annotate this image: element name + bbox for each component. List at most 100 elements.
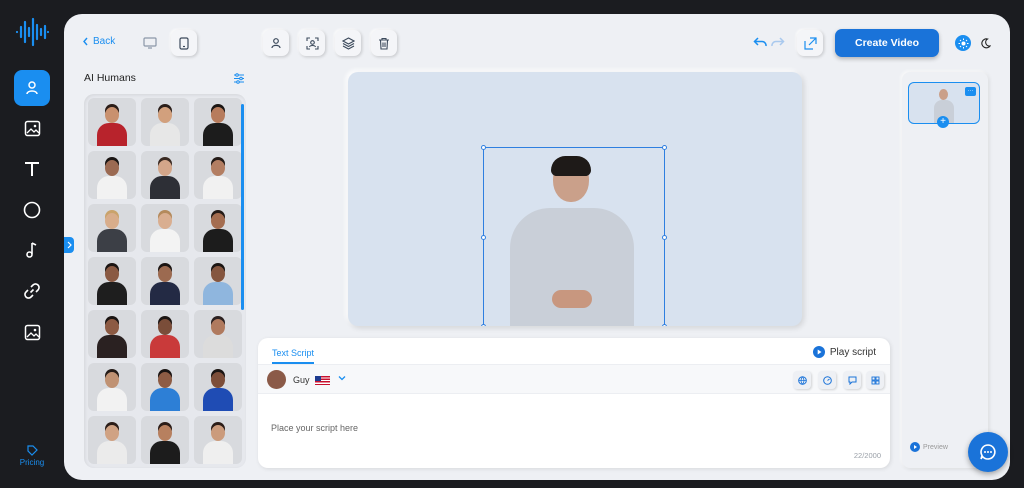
scenes-panel: ··· + Preview — [902, 72, 988, 468]
chevron-left-icon — [83, 37, 88, 46]
avatar-face — [211, 266, 225, 282]
link-icon — [24, 283, 40, 299]
pricing-button[interactable]: Pricing — [13, 438, 51, 474]
avatar-face — [105, 213, 119, 229]
avatar-tile[interactable] — [88, 204, 136, 252]
avatar-face — [158, 425, 172, 441]
sidebar-item-media[interactable] — [14, 314, 50, 350]
avatar-face — [211, 425, 225, 441]
music-note-icon — [26, 242, 37, 258]
desktop-view-button[interactable] — [141, 34, 159, 52]
resize-handle-left[interactable] — [481, 235, 486, 240]
face-scan-icon — [305, 36, 319, 50]
sidebar-item-shapes[interactable] — [14, 192, 50, 228]
avatar-body — [150, 335, 180, 358]
app-root: Pricing Back Create Video AI Humans Text… — [0, 0, 1024, 488]
sidebar-item-music[interactable] — [14, 232, 50, 268]
mobile-view-button[interactable] — [171, 30, 197, 56]
avatar-tile[interactable] — [88, 151, 136, 199]
avatar-tile[interactable] — [194, 416, 242, 464]
avatar-face — [158, 213, 172, 229]
add-scene-button[interactable]: + — [937, 116, 949, 128]
avatar-tile[interactable] — [141, 151, 189, 199]
resize-handle-bottom-right[interactable] — [662, 324, 667, 326]
layers-button[interactable] — [335, 30, 361, 56]
preview-label: Preview — [923, 443, 948, 451]
avatar-tile[interactable] — [141, 416, 189, 464]
avatar-face — [211, 107, 225, 123]
script-input[interactable]: Place your script here — [271, 423, 358, 433]
resize-handle-top-right[interactable] — [662, 145, 667, 150]
avatar-tile[interactable] — [194, 257, 242, 305]
sidebar-item-avatars[interactable] — [14, 70, 50, 106]
avatar-tile[interactable] — [141, 310, 189, 358]
resize-handle-right[interactable] — [662, 235, 667, 240]
resize-handle-top-left[interactable] — [481, 145, 486, 150]
voice-settings-button[interactable] — [818, 371, 836, 389]
avatar-body — [203, 229, 233, 252]
avatar-tool-button[interactable] — [263, 30, 289, 56]
undo-button[interactable] — [752, 34, 768, 50]
sliders-icon — [234, 72, 244, 84]
tag-icon — [26, 445, 38, 456]
voice-name: Guy — [293, 375, 310, 385]
collapse-panel-button[interactable] — [64, 237, 74, 253]
sidebar-item-text[interactable] — [14, 151, 50, 187]
light-mode-toggle[interactable] — [955, 35, 971, 51]
dark-mode-toggle[interactable] — [977, 35, 993, 51]
avatar-body — [97, 176, 127, 199]
avatar-body — [203, 335, 233, 358]
chevron-down-icon[interactable] — [338, 374, 346, 382]
face-swap-button[interactable] — [299, 30, 325, 56]
play-script-button[interactable]: Play script — [812, 346, 876, 358]
filter-button[interactable] — [232, 71, 246, 85]
avatar-tile[interactable] — [194, 310, 242, 358]
avatar-body — [150, 388, 180, 411]
language-button[interactable] — [793, 371, 811, 389]
script-options-button[interactable] — [866, 371, 884, 389]
avatar-tile[interactable] — [141, 257, 189, 305]
delete-button[interactable] — [371, 30, 397, 56]
user-icon — [26, 81, 38, 95]
avatar-tile[interactable] — [88, 98, 136, 146]
avatar-body — [97, 229, 127, 252]
scene-more-icon[interactable]: ··· — [965, 87, 976, 96]
avatar-tile[interactable] — [194, 204, 242, 252]
chat-support-button[interactable] — [968, 432, 1008, 472]
avatar-tile[interactable] — [194, 151, 242, 199]
play-circle-icon — [812, 346, 825, 358]
avatar-face — [158, 160, 172, 176]
resize-handle-bottom-left[interactable] — [481, 324, 486, 326]
avatar-tile[interactable] — [88, 363, 136, 411]
us-flag-icon — [315, 376, 330, 385]
avatar-face — [158, 107, 172, 123]
avatar-tile[interactable] — [141, 363, 189, 411]
avatar-face — [105, 266, 119, 282]
avatar-tile[interactable] — [88, 257, 136, 305]
create-video-button[interactable]: Create Video — [835, 29, 939, 57]
back-button[interactable]: Back — [82, 36, 115, 47]
save-draft-button[interactable] — [797, 30, 823, 56]
avatar-tile[interactable] — [88, 310, 136, 358]
avatar-tile[interactable] — [141, 98, 189, 146]
sidebar-item-links[interactable] — [14, 273, 50, 309]
avatar-body — [97, 441, 127, 464]
thumb-avatar-head — [939, 89, 948, 100]
avatar-tile[interactable] — [194, 98, 242, 146]
avatar-gallery — [84, 94, 246, 468]
avatar-body — [97, 335, 127, 358]
video-canvas[interactable] — [348, 72, 802, 326]
gallery-scrollbar[interactable] — [241, 104, 244, 310]
pause-insert-button[interactable] — [843, 371, 861, 389]
tab-text-script[interactable]: Text Script — [272, 348, 315, 364]
redo-button[interactable] — [770, 34, 786, 50]
avatar-tile[interactable] — [194, 363, 242, 411]
avatar-body — [203, 123, 233, 146]
preview-button[interactable]: Preview — [910, 442, 948, 452]
avatar-body — [97, 282, 127, 305]
avatar-tile[interactable] — [141, 204, 189, 252]
avatar-body — [150, 282, 180, 305]
avatar-tile[interactable] — [88, 416, 136, 464]
sidebar-item-images[interactable] — [14, 110, 50, 146]
selection-box[interactable] — [481, 145, 667, 326]
